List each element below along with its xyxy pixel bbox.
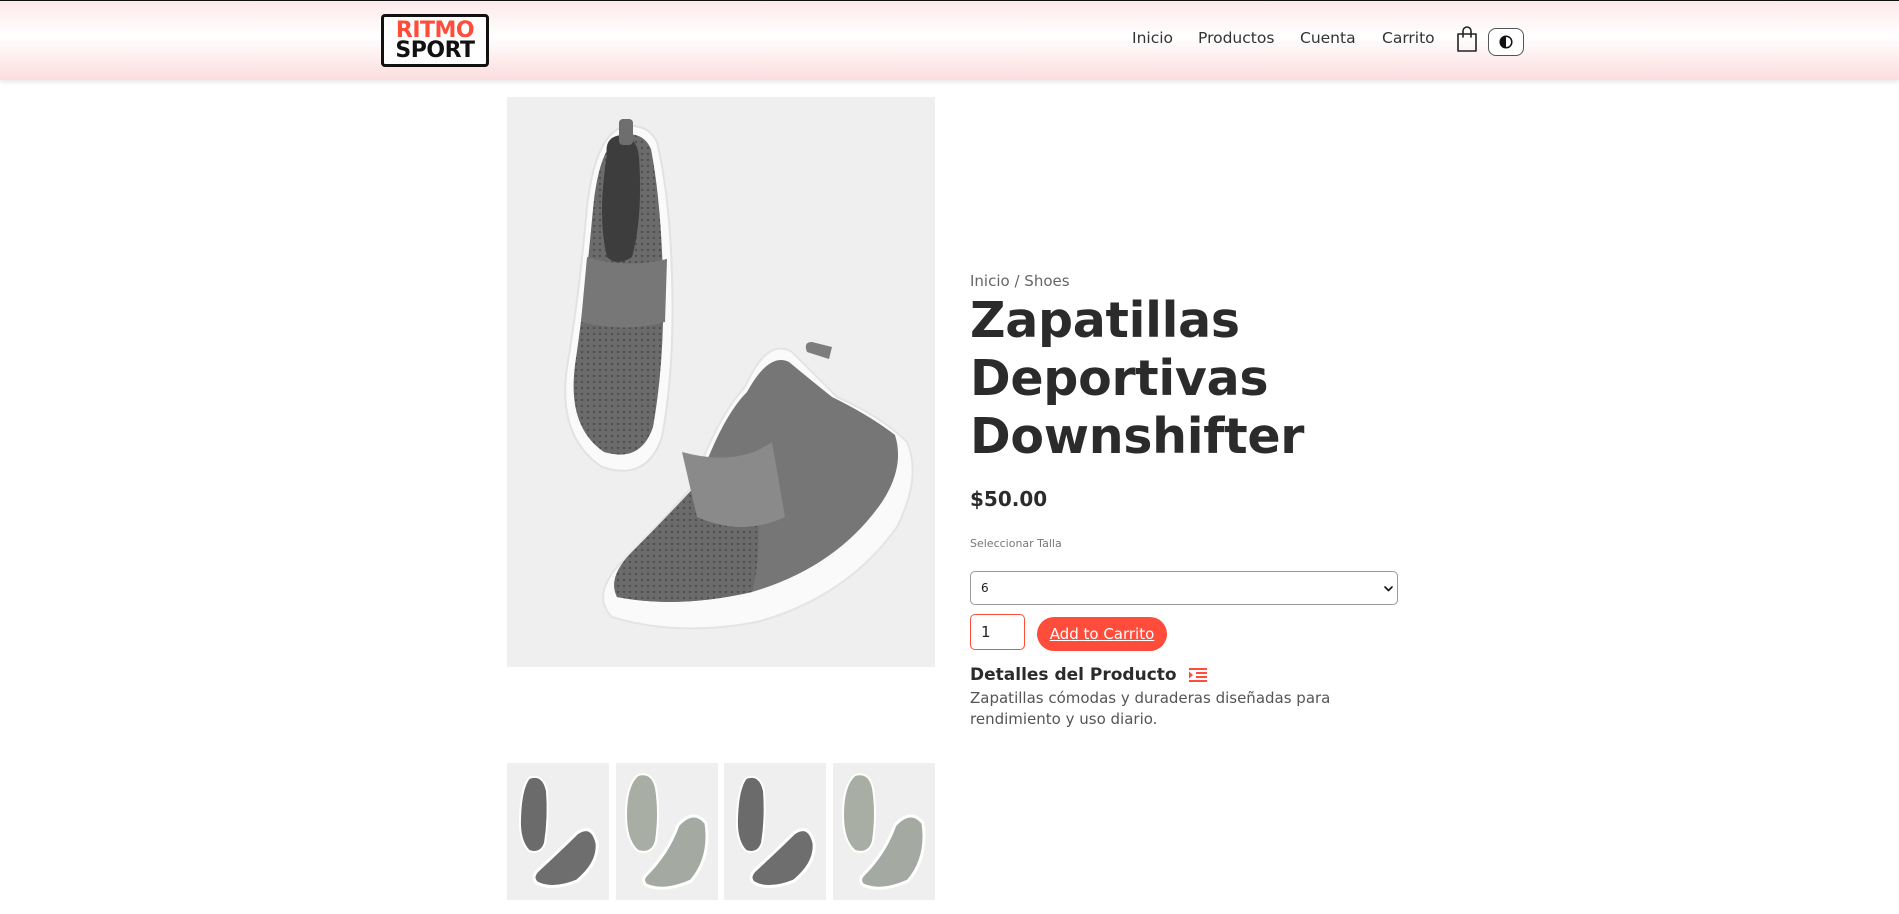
theme-toggle-button[interactable] (1488, 28, 1524, 56)
product-main-image (507, 97, 935, 667)
product-title: Zapatillas Deportivas Downshifter (970, 292, 1305, 465)
nav-cuenta[interactable]: Cuenta (1300, 29, 1356, 47)
left-shoe (564, 119, 674, 472)
details-heading: Detalles del Producto (970, 665, 1207, 685)
indent-list-icon (1188, 668, 1207, 682)
light-grey-high-top-shoe-icon (624, 773, 709, 890)
shoe-pair-illustration (564, 119, 914, 630)
details-description: Zapatillas cómodas y duraderas diseñadas… (970, 689, 1331, 728)
thumbnail-3[interactable] (724, 763, 826, 900)
breadcrumb-category: Shoes (1024, 272, 1070, 290)
nav-productos[interactable]: Productos (1198, 29, 1274, 47)
breadcrumb-separator: / (1009, 272, 1025, 290)
nav-inicio[interactable]: Inicio (1132, 29, 1173, 47)
dark-grey-slip-on-shoe-icon (518, 775, 599, 888)
details-heading-text: Detalles del Producto (970, 665, 1177, 685)
shopping-bag-icon[interactable] (1455, 25, 1479, 53)
breadcrumb: Inicio / Shoes (970, 272, 1070, 290)
size-label: Seleccionar Talla (970, 537, 1062, 550)
brand-logo[interactable]: RITMO SPORT (381, 14, 489, 67)
brand-logo-line2: SPORT (395, 37, 475, 63)
size-select[interactable]: 6 (970, 571, 1398, 605)
contrast-icon (1499, 35, 1513, 49)
quantity-input[interactable] (970, 614, 1025, 650)
thumbnail-4[interactable] (833, 763, 935, 900)
site-header: RITMO SPORT Inicio Productos Cuenta Carr… (0, 0, 1899, 80)
product-price: $50.00 (970, 487, 1048, 511)
add-to-cart-button[interactable]: Add to Carrito (1037, 617, 1167, 651)
light-grey-high-top-shoe-icon (841, 773, 926, 890)
thumbnail-1[interactable] (507, 763, 609, 900)
breadcrumb-home[interactable]: Inicio (970, 272, 1010, 290)
thumbnail-2[interactable] (616, 763, 718, 900)
dark-grey-slip-on-shoe-icon (735, 775, 816, 888)
nav-carrito[interactable]: Carrito (1382, 29, 1435, 47)
